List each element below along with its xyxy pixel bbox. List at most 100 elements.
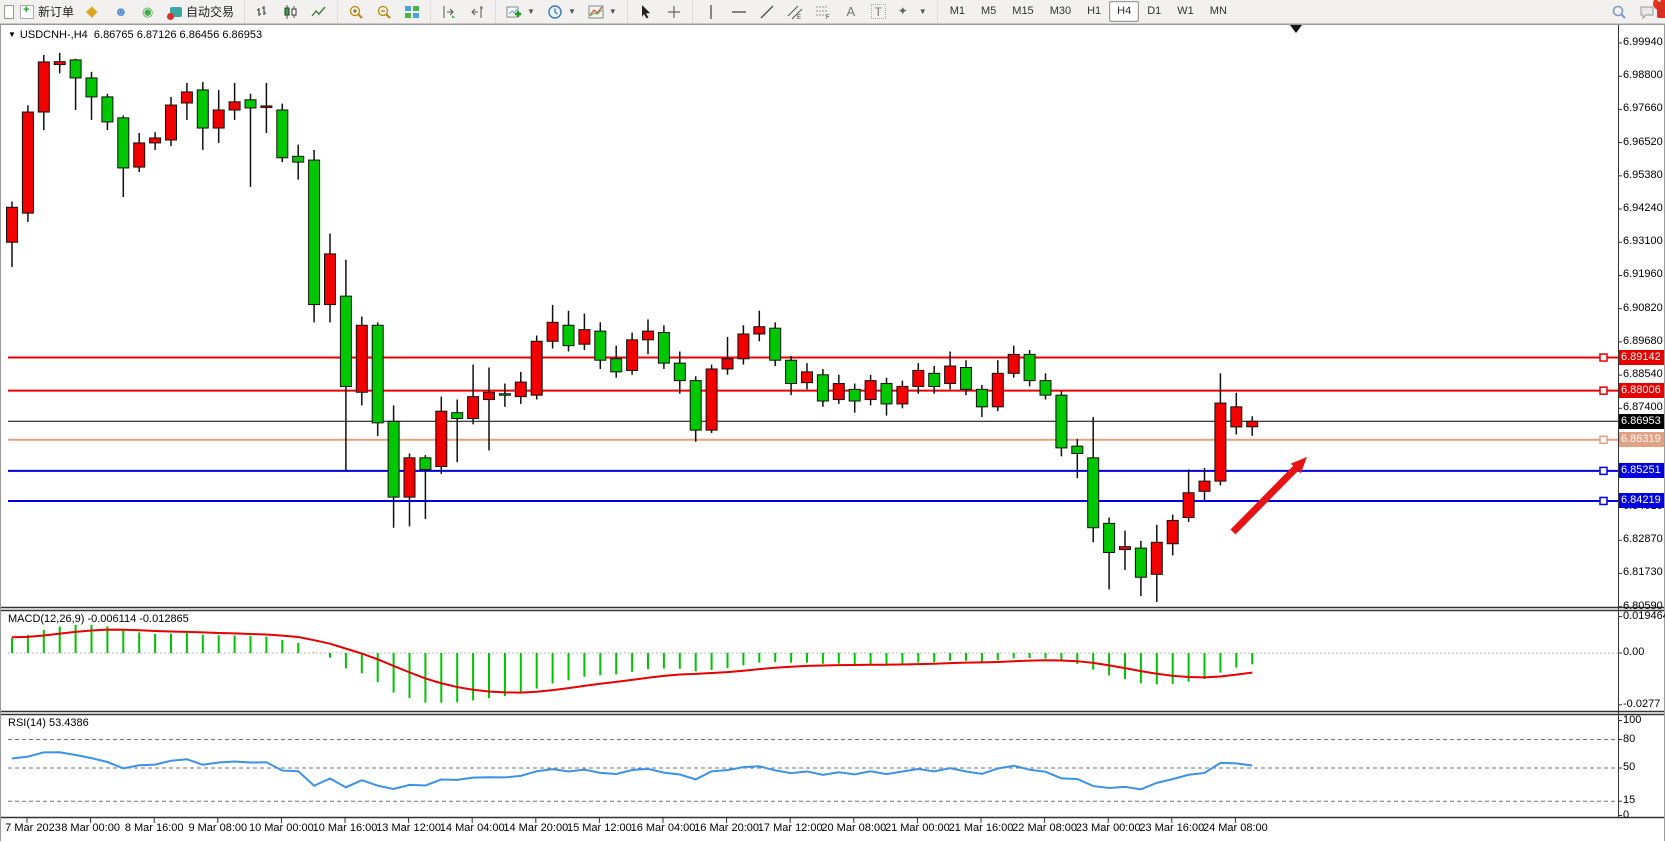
text-icon: A	[843, 4, 859, 20]
price-tick-label: 6.91960	[1623, 268, 1663, 280]
new-order-button[interactable]: + 新订单	[14, 0, 80, 23]
level-handle[interactable]	[1600, 354, 1607, 361]
tile-windows-icon	[404, 4, 420, 20]
new-order-label: 新订单	[38, 3, 74, 20]
new-order-icon: +	[20, 5, 34, 19]
candlestick-chart-button[interactable]	[277, 0, 305, 23]
timeframe-m15[interactable]: M15	[1004, 1, 1041, 22]
zoom-in-icon	[348, 4, 364, 20]
level-handle[interactable]	[1600, 387, 1607, 394]
rsi-tick-label: 100	[1623, 714, 1641, 726]
signal-icon: ◉	[142, 4, 158, 20]
fibonacci-button[interactable]: F	[809, 0, 837, 23]
channel-icon: E	[787, 4, 803, 20]
cursor-button[interactable]	[632, 0, 660, 23]
trendline-button[interactable]	[753, 0, 781, 23]
toolbar: + 新订单 ◆ ☻ ◉ 自动交易	[0, 0, 1665, 24]
text-button[interactable]: A	[837, 0, 865, 23]
time-axis-label: 9 Mar 08:00	[188, 822, 247, 834]
price-tick-label: 6.96520	[1623, 136, 1663, 148]
chart-ohlc: 6.86765 6.87126 6.86456 6.86953	[94, 29, 262, 41]
time-axis-label: 16 Mar 20:00	[694, 822, 759, 834]
arrows-icon: ✦	[898, 4, 914, 20]
time-axis-label: 10 Mar 16:00	[313, 822, 378, 834]
candlestick-chart-icon	[283, 4, 299, 20]
horizontal-line-button[interactable]	[725, 0, 753, 23]
new-chart-icon	[506, 4, 522, 20]
level-price-badge: 6.84219	[1619, 493, 1664, 508]
auto-scroll-button[interactable]	[435, 0, 463, 23]
trendline-icon	[759, 4, 775, 20]
level-handle[interactable]	[1600, 497, 1607, 504]
level-price-badge: 6.89142	[1619, 350, 1664, 365]
signal-button[interactable]: ◉	[136, 0, 164, 23]
chart-canvas[interactable]	[0, 0, 1665, 842]
crosshair-icon	[666, 4, 682, 20]
timeframe-m1[interactable]: M1	[942, 1, 973, 22]
time-axis-label: 24 Mar 08:00	[1203, 822, 1268, 834]
gold-diamond-icon: ◆	[86, 4, 102, 20]
price-tick-label: 6.98800	[1623, 69, 1663, 81]
market-watch-button[interactable]: ◆	[80, 0, 108, 23]
label-button[interactable]: T	[865, 0, 892, 23]
price-tick-label: 6.87400	[1623, 401, 1663, 413]
profile-button[interactable]: ☻	[108, 0, 136, 23]
new-chart-button[interactable]: ▼	[500, 0, 541, 23]
timeframe-h4[interactable]: H4	[1109, 1, 1139, 22]
template-button[interactable]: ▼	[582, 0, 623, 23]
period-clock-icon	[547, 4, 563, 20]
rsi-title: RSI(14) 53.4386	[8, 717, 89, 729]
timeframe-h1[interactable]: H1	[1079, 1, 1109, 22]
chart-title: ▼USDCNH-,H4 6.86765 6.87126 6.86456 6.86…	[8, 29, 262, 41]
chevron-down-icon: ▼	[568, 7, 576, 16]
time-axis-label: 21 Mar 00:00	[885, 822, 950, 834]
macd-title: MACD(12,26,9) -0.006114 -0.012865	[8, 613, 189, 625]
bar-chart-button[interactable]	[249, 0, 277, 23]
rsi-line	[12, 752, 1252, 789]
horizontal-line-icon	[731, 4, 747, 20]
timeframe-mn[interactable]: MN	[1202, 1, 1235, 22]
time-axis-label: 14 Mar 04:00	[440, 822, 505, 834]
level-handle[interactable]	[1600, 467, 1607, 474]
period-button[interactable]: ▼	[541, 0, 582, 23]
level-handle[interactable]	[1600, 436, 1607, 443]
symbol-dropdown-icon[interactable]: ▼	[8, 30, 16, 39]
svg-text:F: F	[826, 15, 830, 20]
time-axis-label: 13 Mar 12:00	[376, 822, 441, 834]
arrows-button[interactable]: ✦ ▼	[892, 0, 933, 23]
zoom-in-button[interactable]	[342, 0, 370, 23]
chevron-down-icon: ▼	[527, 7, 535, 16]
object-marker-icon[interactable]	[1290, 25, 1302, 33]
level-price-badge: 6.86319	[1619, 432, 1664, 447]
auto-trading-button[interactable]: 自动交易	[164, 0, 240, 23]
price-tick-label: 6.90820	[1623, 302, 1663, 314]
trend-arrow[interactable]	[1233, 457, 1307, 532]
chevron-down-icon: ▼	[919, 7, 927, 16]
timeframe-w1[interactable]: W1	[1169, 1, 1202, 22]
timeframe-m5[interactable]: M5	[973, 1, 1004, 22]
macd-tick-label: 0.019464	[1623, 610, 1665, 622]
vertical-line-button[interactable]	[697, 0, 725, 23]
price-tick-label: 6.82870	[1623, 533, 1663, 545]
profile-icon: ☻	[114, 4, 130, 20]
time-axis-label: 21 Mar 16:00	[949, 822, 1014, 834]
chart-shift-button[interactable]	[463, 0, 491, 23]
level-price-badge: 6.85251	[1619, 463, 1664, 478]
zoom-out-button[interactable]	[370, 0, 398, 23]
current-price-badge: 6.86953	[1619, 414, 1664, 429]
rsi-level-lines	[8, 740, 1618, 802]
search-button[interactable]	[1605, 0, 1633, 23]
auto-trading-label: 自动交易	[186, 3, 234, 20]
timeframe-d1[interactable]: D1	[1139, 1, 1169, 22]
crosshair-button[interactable]	[660, 0, 688, 23]
time-axis-label: 23 Mar 16:00	[1139, 822, 1204, 834]
channel-button[interactable]: E	[781, 0, 809, 23]
line-chart-button[interactable]	[305, 0, 333, 23]
time-axis-label: 7 Mar 2023	[5, 822, 61, 834]
time-axis-label: 8 Mar 16:00	[125, 822, 184, 834]
timeframe-m30[interactable]: M30	[1042, 1, 1079, 22]
price-tick-label: 6.95380	[1623, 169, 1663, 181]
page-icon	[4, 5, 14, 19]
rsi-tick-label: 80	[1623, 733, 1635, 745]
tile-windows-button[interactable]	[398, 0, 426, 23]
